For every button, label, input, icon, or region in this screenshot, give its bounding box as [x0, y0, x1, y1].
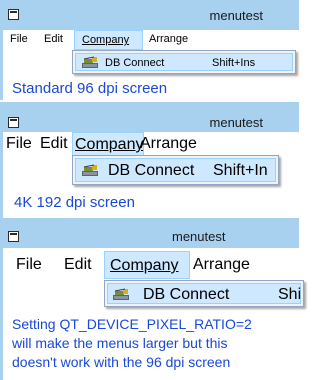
window-title: menutest — [172, 229, 226, 244]
menu-bar: File Edit Company Arrange — [3, 30, 299, 50]
db-connect-shortcut: Shi — [278, 286, 302, 303]
app-icon[interactable] — [8, 231, 19, 242]
menu-company[interactable]: Company — [72, 132, 144, 156]
window-frame-bottom — [0, 102, 299, 110]
title-bar[interactable]: menutest — [0, 110, 299, 132]
menu-company[interactable]: Company — [104, 251, 190, 279]
menu-company-label: Company — [75, 136, 144, 153]
app-icon[interactable] — [8, 117, 19, 128]
window-title: menutest — [209, 8, 263, 23]
menu-bar: File Edit Company Arrange — [3, 248, 299, 280]
dpi-explanation-line: will make the menus larger but this — [12, 335, 228, 351]
db-connect-icon — [82, 164, 98, 176]
menu-item-db-connect[interactable]: DB Connect Shift+In — [75, 158, 276, 182]
menu-file[interactable]: File — [6, 135, 32, 153]
menu-edit[interactable]: Edit — [64, 256, 92, 274]
menu-edit[interactable]: Edit — [40, 135, 68, 153]
window-title: menutest — [209, 115, 263, 130]
db-connect-label: DB Connect — [108, 162, 195, 179]
db-connect-icon — [82, 56, 98, 68]
menu-item-db-connect[interactable]: DB Connect Shift+Ins — [75, 53, 293, 71]
menu-arrange[interactable]: Arrange — [149, 33, 188, 45]
menu-item-db-connect[interactable]: DB Connect Shi — [107, 283, 301, 304]
title-bar[interactable]: menutest — [0, 0, 299, 30]
db-connect-icon — [113, 288, 129, 300]
menu-company-label: Company — [82, 34, 130, 46]
menu-edit[interactable]: Edit — [44, 33, 63, 45]
db-connect-shortcut: Shift+Ins — [212, 57, 256, 69]
menu-bar: File Edit Company Arrange — [3, 132, 299, 156]
menu-file[interactable]: File — [16, 256, 42, 274]
menu-arrange[interactable]: Arrange — [193, 256, 250, 274]
db-connect-label: DB Connect — [105, 57, 165, 69]
dpi-explanation-line: doesn't work with the 96 dpi screen — [12, 354, 231, 370]
menu-company[interactable]: Company — [74, 30, 143, 50]
caption-4k: 4K 192 dpi screen — [14, 194, 135, 211]
app-icon[interactable] — [8, 9, 19, 20]
company-dropdown: DB Connect Shi — [104, 280, 304, 307]
caption-96dpi: Standard 96 dpi screen — [12, 80, 168, 97]
menu-arrange[interactable]: Arrange — [140, 135, 197, 153]
db-connect-label: DB Connect — [143, 286, 230, 303]
menu-company-label: Company — [110, 257, 179, 274]
dpi-explanation-line: Setting QT_DEVICE_PIXEL_RATIO=2 — [12, 316, 252, 332]
dpi-explanation: Setting QT_DEVICE_PIXEL_RATIO=2 will mak… — [12, 315, 252, 372]
menu-file[interactable]: File — [10, 33, 28, 45]
company-dropdown: DB Connect Shift+In — [72, 155, 279, 185]
title-bar[interactable]: menutest — [0, 224, 299, 248]
db-connect-shortcut: Shift+In — [213, 162, 268, 179]
company-dropdown: DB Connect Shift+Ins — [72, 50, 296, 74]
